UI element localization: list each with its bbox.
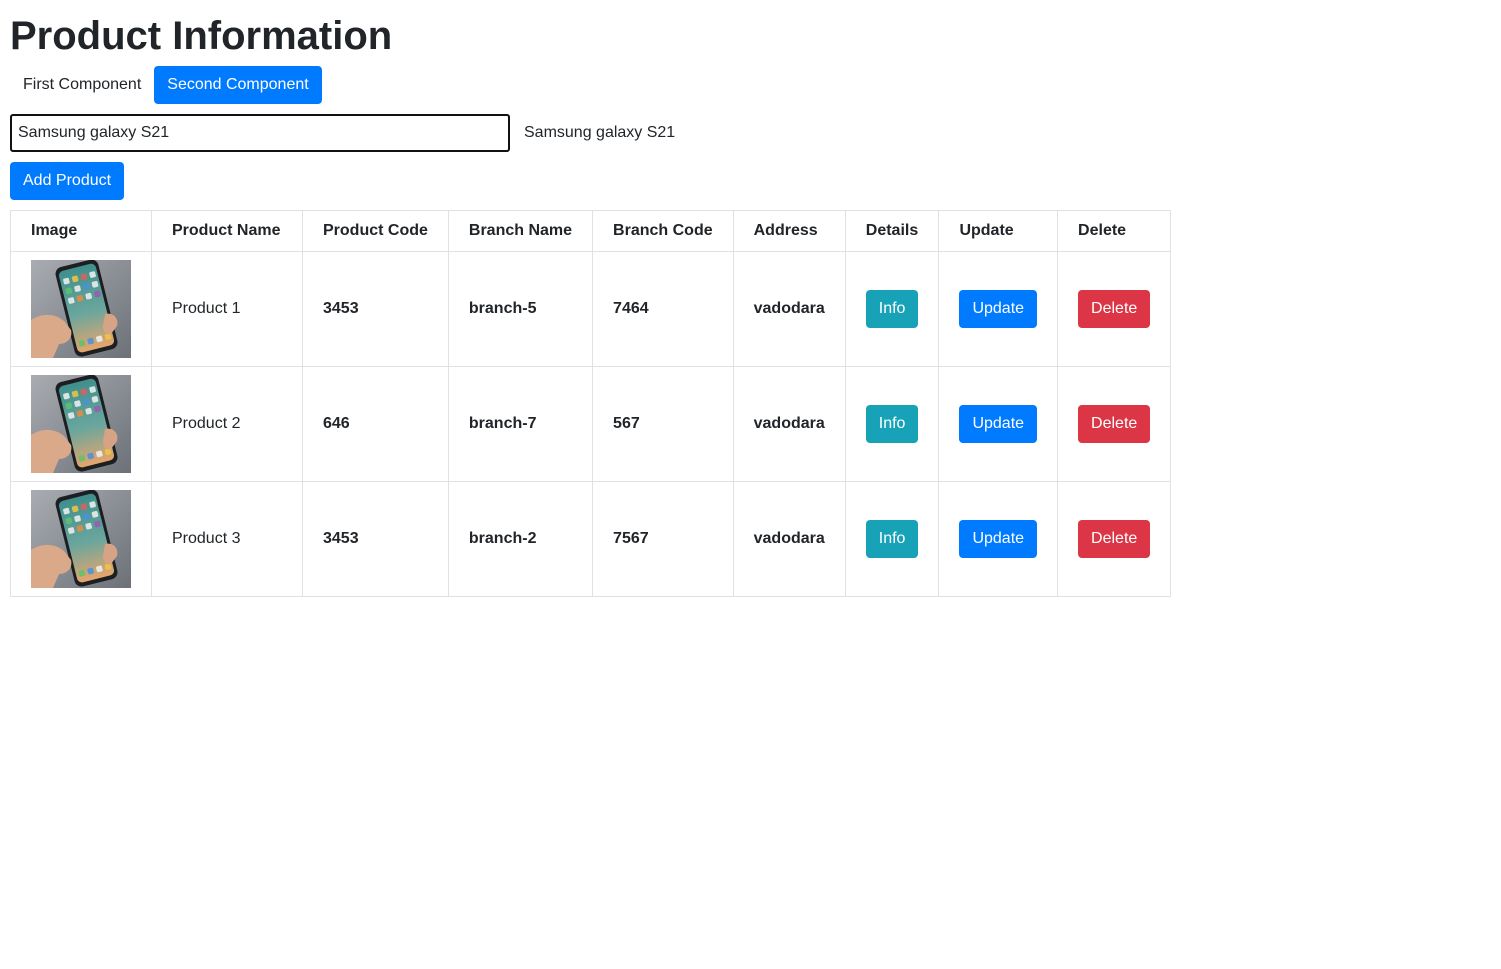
info-button[interactable]: Info [865,290,919,328]
product-image [31,490,131,588]
table-row: Product 1 3453 branch-5 7464 vadodara In… [10,251,1172,367]
details-cell: Info [844,481,940,597]
address-cell: vadodara [732,251,846,367]
table-header-row: Image Product Name Product Code Branch N… [10,210,1172,252]
delete-cell: Delete [1057,481,1172,597]
delete-button[interactable]: Delete [1078,520,1151,558]
details-cell: Info [844,366,940,482]
product-table: Image Product Name Product Code Branch N… [10,210,1172,597]
branch-code-cell: 7567 [592,481,734,597]
address-cell: vadodara [732,481,846,597]
update-button[interactable]: Update [959,290,1038,328]
branch-name-cell: branch-5 [447,251,594,367]
header-branch-code: Branch Code [592,210,734,252]
update-button[interactable]: Update [959,405,1038,443]
header-product-code: Product Code [302,210,449,252]
update-cell: Update [938,481,1059,597]
tab-second-component[interactable]: Second Component [154,66,322,104]
product-name-cell: Product 2 [151,366,303,482]
add-product-button[interactable]: Add Product [10,162,125,200]
header-address: Address [732,210,846,252]
update-cell: Update [938,251,1059,367]
image-cell [10,366,152,482]
table-row: Product 2 646 branch-7 567 vadodara Info… [10,366,1172,482]
page: Product Information First Component Seco… [0,0,1501,969]
component-nav: First Component Second Component [10,66,322,104]
info-button[interactable]: Info [865,405,919,443]
product-code-cell: 3453 [302,481,449,597]
header-update: Update [938,210,1059,252]
delete-cell: Delete [1057,251,1172,367]
branch-code-cell: 7464 [592,251,734,367]
product-name-cell: Product 1 [151,251,303,367]
branch-name-cell: branch-7 [447,366,594,482]
delete-button[interactable]: Delete [1078,290,1151,328]
delete-cell: Delete [1057,366,1172,482]
product-name-input[interactable] [10,114,510,152]
header-product-name: Product Name [151,210,303,252]
product-code-cell: 646 [302,366,449,482]
address-cell: vadodara [732,366,846,482]
search-row: Samsung galaxy S21 [10,114,675,152]
image-cell [10,481,152,597]
details-cell: Info [844,251,940,367]
page-title: Product Information [10,14,393,58]
input-echo-text: Samsung galaxy S21 [524,124,676,141]
header-branch-name: Branch Name [447,210,594,252]
product-name-cell: Product 3 [151,481,303,597]
header-delete: Delete [1057,210,1172,252]
table-row: Product 3 3453 branch-2 7567 vadodara In… [10,481,1172,597]
update-button[interactable]: Update [959,520,1038,558]
info-button[interactable]: Info [865,520,919,558]
tab-first-component[interactable]: First Component [10,66,154,104]
product-code-cell: 3453 [302,251,449,367]
branch-code-cell: 567 [592,366,734,482]
header-image: Image [10,210,152,252]
product-image [31,260,131,358]
update-cell: Update [938,366,1059,482]
image-cell [10,251,152,367]
header-details: Details [844,210,940,252]
product-image [31,375,131,473]
delete-button[interactable]: Delete [1078,405,1151,443]
branch-name-cell: branch-2 [447,481,594,597]
